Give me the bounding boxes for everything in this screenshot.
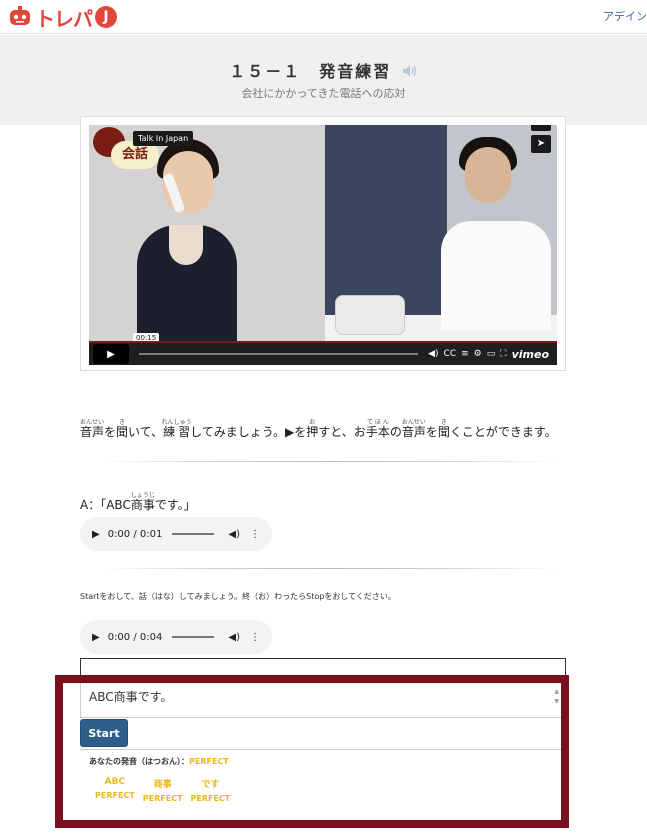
share-icon[interactable]: ➤ bbox=[531, 135, 551, 153]
woman-collar bbox=[169, 225, 203, 265]
volume-icon[interactable]: ◀) bbox=[228, 632, 240, 643]
robot-icon bbox=[8, 6, 32, 28]
audio-time: 0:00 / 0:04 bbox=[107, 631, 163, 643]
ruby-word: 練習れんしゅう bbox=[161, 419, 192, 439]
ruby-word: 音声おんせい bbox=[401, 419, 426, 439]
ruby-word: 商事しょうじ bbox=[130, 492, 155, 512]
ruby-word: 聞き bbox=[116, 419, 129, 439]
highlight-frame bbox=[55, 675, 569, 828]
recording-audio-player[interactable]: ▶ 0:00 / 0:04 ◀) ⋮ bbox=[80, 620, 272, 654]
pip-icon[interactable]: ▭ bbox=[487, 349, 496, 359]
practice-sentence: A：「ABC商事しょうじです。」 bbox=[80, 492, 196, 512]
model-audio-player[interactable]: ▶ 0:00 / 0:01 ◀) ⋮ bbox=[80, 517, 272, 551]
video-progress-bar[interactable] bbox=[139, 353, 419, 355]
volume-icon[interactable]: ◀) bbox=[428, 349, 438, 359]
transcript-icon[interactable]: ≡ bbox=[461, 349, 469, 359]
ruby-word: 押お bbox=[306, 419, 319, 439]
divider bbox=[100, 461, 560, 462]
site-logo[interactable]: トレパ J bbox=[8, 4, 117, 31]
top-bar: トレパ J アデイン bbox=[0, 0, 647, 34]
like-icon[interactable] bbox=[531, 125, 551, 131]
logo-j-badge: J bbox=[95, 6, 117, 28]
lesson-subtitle: 会社にかかってきた電話への応対 bbox=[241, 87, 406, 100]
ruby-word: 手本てほん bbox=[365, 419, 390, 439]
instruction-text: 音声おんせいを聞きいて、練習れんしゅうしてみましょう。▶を押おすと、お手本てほん… bbox=[80, 419, 557, 439]
logo-text: トレパ bbox=[35, 6, 93, 31]
ruby-word: 音声おんせい bbox=[80, 419, 105, 439]
volume-icon[interactable]: ◀) bbox=[228, 529, 240, 540]
fullscreen-icon[interactable]: ⛶ bbox=[500, 349, 506, 359]
audio-progress[interactable] bbox=[172, 636, 215, 638]
recording-instruction: Startをおして、話（はな）してみましょう。終（お）わったらStopをおしてく… bbox=[80, 592, 396, 601]
video-player[interactable]: 会話 Talk In Japan ➤ 00:15 ▶ ◀) CC ≡ ⚙ ▭ ⛶… bbox=[89, 125, 557, 365]
lesson-title-text: １５－１ 発音練習 bbox=[229, 62, 392, 81]
lesson-header: １５－１ 発音練習 会社にかかってきた電話への応対 bbox=[0, 35, 647, 125]
video-controls: ▶ ◀) CC ≡ ⚙ ▭ ⛶ vimeo bbox=[89, 341, 557, 365]
speaker-icon[interactable] bbox=[402, 63, 418, 82]
video-play-button[interactable]: ▶ bbox=[93, 344, 129, 364]
settings-icon[interactable]: ⚙ bbox=[474, 349, 482, 359]
audio-progress[interactable] bbox=[172, 533, 215, 535]
more-vertical-icon[interactable]: ⋮ bbox=[250, 529, 260, 540]
play-icon[interactable]: ▶ bbox=[92, 632, 100, 643]
audio-time: 0:00 / 0:01 bbox=[107, 528, 163, 540]
man-shirt bbox=[441, 221, 551, 331]
play-icon[interactable]: ▶ bbox=[92, 529, 100, 540]
captions-icon[interactable]: CC bbox=[444, 349, 457, 359]
man-face bbox=[465, 147, 511, 203]
lesson-title: １５－１ 発音練習 bbox=[0, 58, 647, 82]
desk-phone bbox=[335, 295, 405, 335]
nav-link[interactable]: アデイン bbox=[603, 8, 647, 24]
divider bbox=[100, 568, 560, 569]
video-player-frame: 会話 Talk In Japan ➤ 00:15 ▶ ◀) CC ≡ ⚙ ▭ ⛶… bbox=[80, 116, 566, 371]
video-title-tag[interactable]: Talk In Japan bbox=[133, 131, 194, 146]
more-vertical-icon[interactable]: ⋮ bbox=[250, 632, 260, 643]
ruby-word: 聞き bbox=[437, 419, 450, 439]
vimeo-logo[interactable]: vimeo bbox=[512, 348, 549, 361]
